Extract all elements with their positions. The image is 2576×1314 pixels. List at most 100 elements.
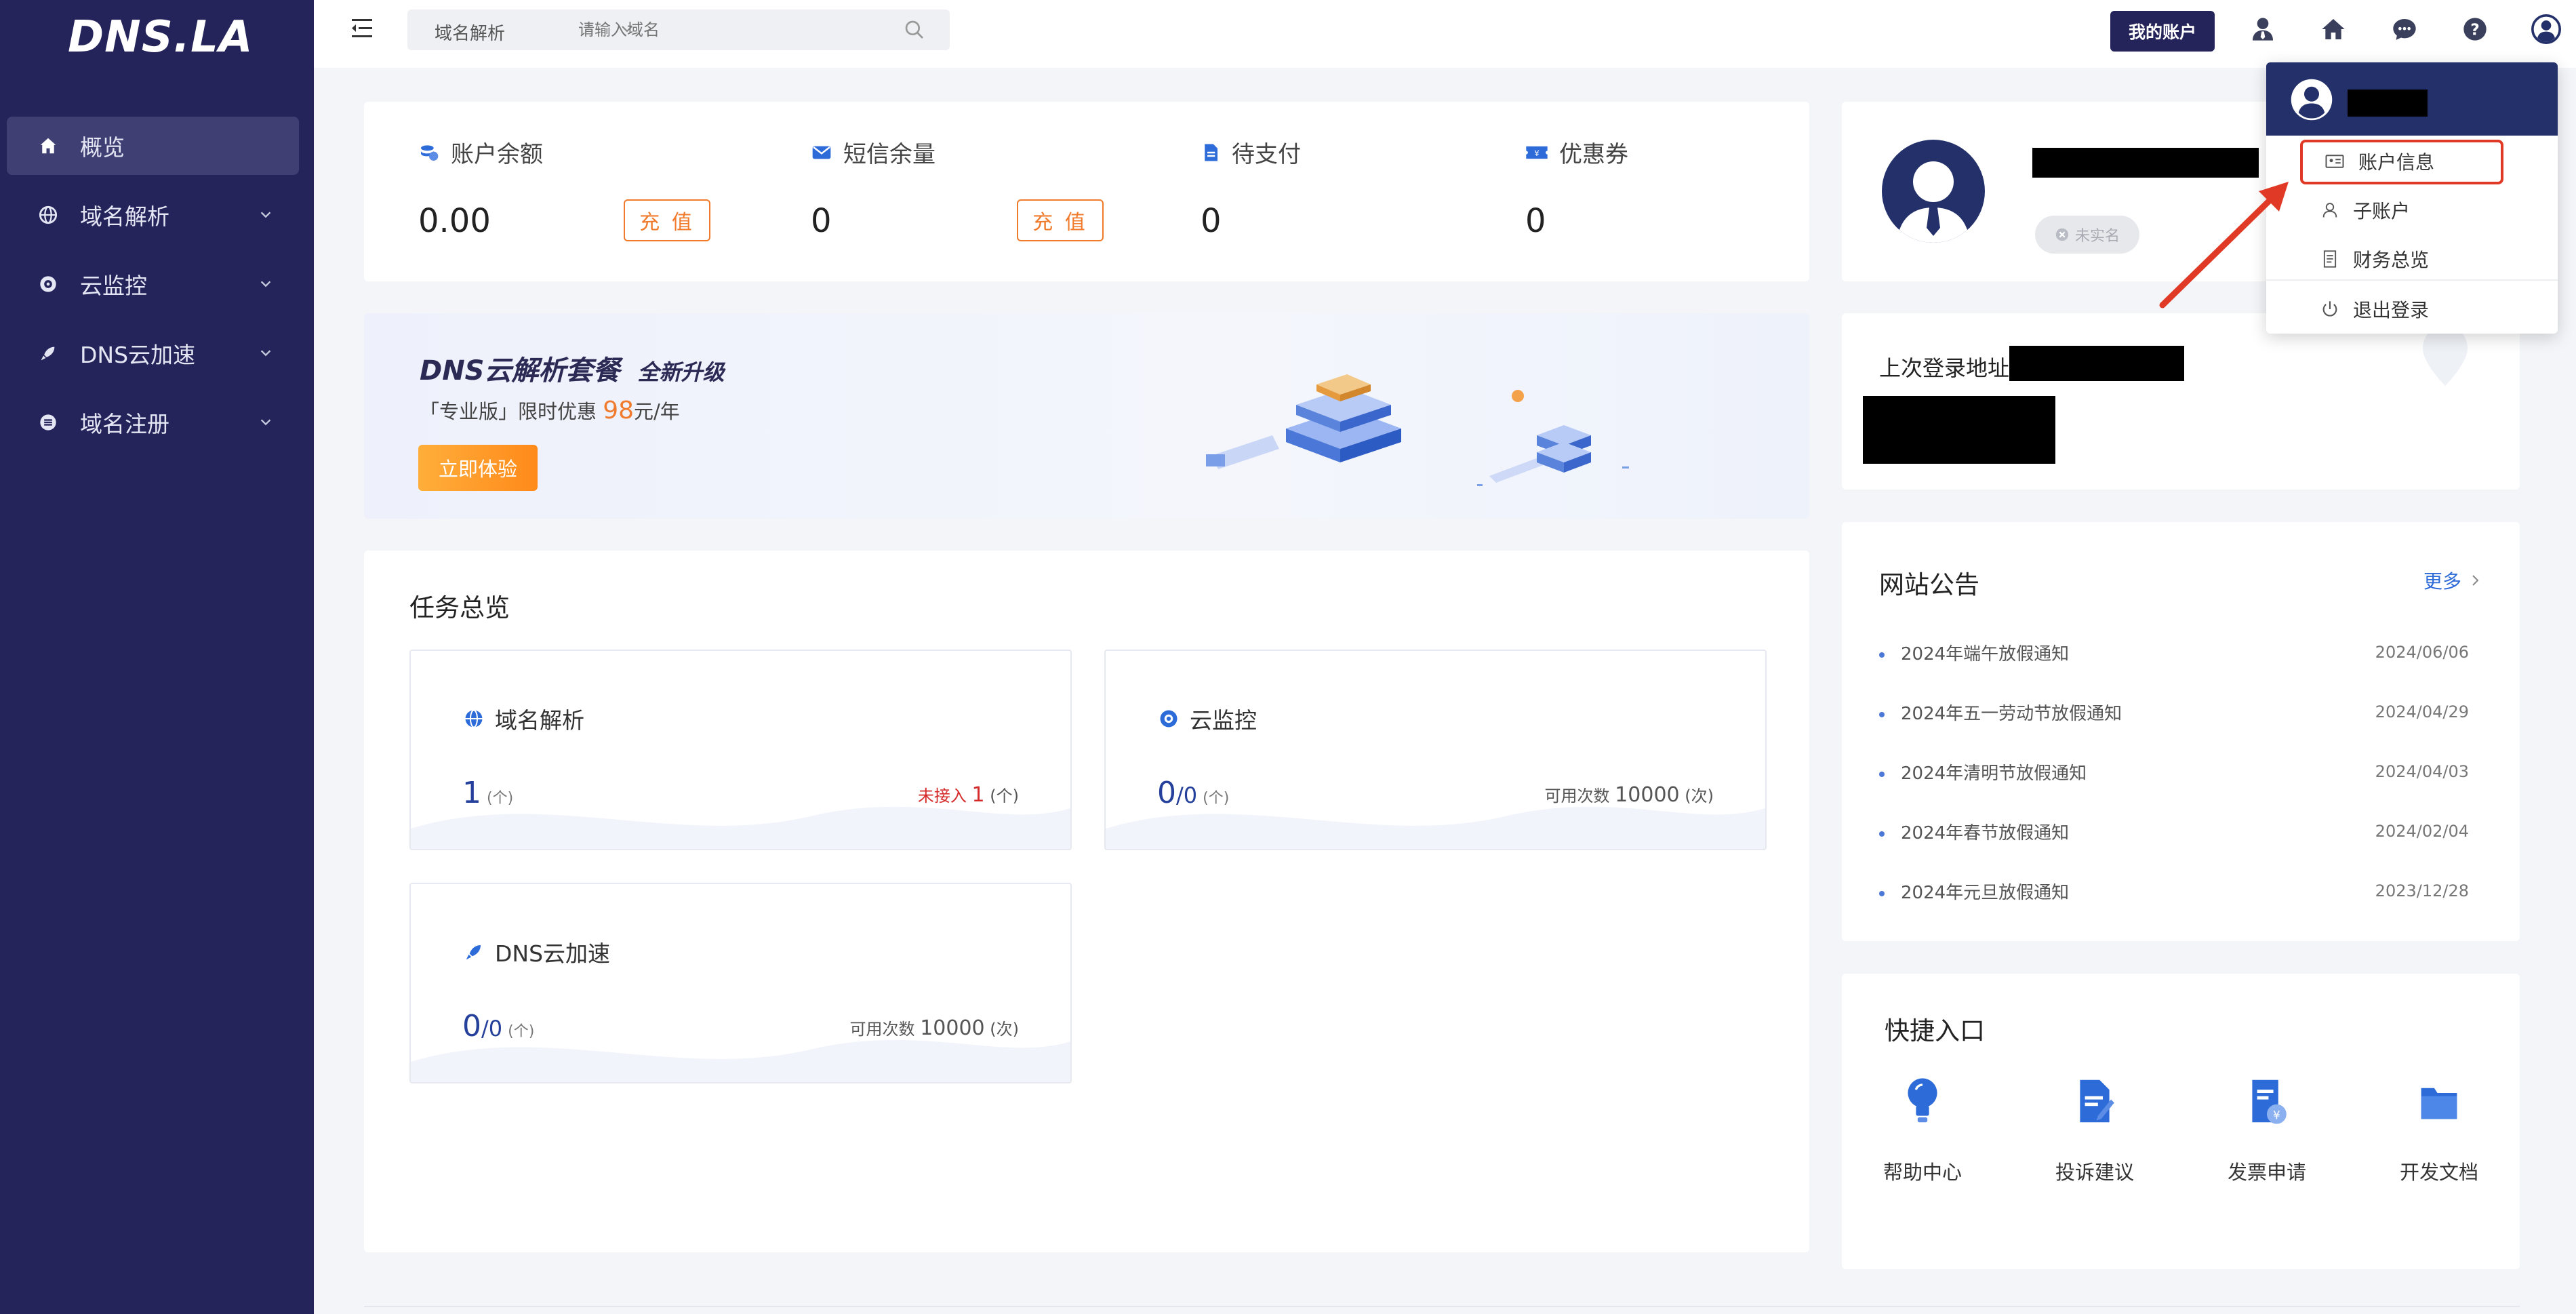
close-circle-icon [2055,228,2069,241]
task-quota: 可用次数 10000 (次) [1545,782,1714,807]
balance-value: 0.00 [418,202,491,240]
home-icon[interactable] [2318,14,2349,45]
document-icon [1205,144,1217,161]
promo-banner[interactable]: DNS云解析套餐 全新升级 「专业版」限时优惠 98元/年 立即体验 [364,313,1809,519]
svg-text:¥: ¥ [1534,148,1539,158]
notice-title[interactable]: 2024年清明节放假通知 [1901,763,2087,784]
svg-text:¥: ¥ [2273,1108,2280,1121]
notice-date: 2024/04/29 [2375,702,2469,721]
notice-date: 2024/04/03 [2375,762,2469,781]
task-card-dns[interactable]: 域名解析 1 (个) 未接入 1 (个) [409,650,1072,850]
dropdown-divider [2266,279,2558,281]
id-card-icon [2325,155,2344,168]
recharge-sms-button[interactable]: 充 值 [1017,199,1104,241]
notice-item[interactable]: 2024年清明节放假通知 2024/04/03 [1879,759,2469,784]
quick-help-center[interactable]: 帮助中心 [1855,1077,1990,1192]
search-icon[interactable] [904,19,925,41]
task-name: 域名解析 [464,702,584,735]
notice-item[interactable]: 2024年五一劳动节放假通知 2024/04/29 [1879,700,2469,725]
avatar-icon [2291,79,2333,121]
task-name-label: DNS云加速 [495,940,611,967]
notice-title[interactable]: 2024年端午放假通知 [1901,644,2069,664]
notice-title[interactable]: 2024年五一劳动节放假通知 [1901,704,2122,724]
task-count: 0/0 (个) [1157,776,1229,810]
register-icon [38,412,58,433]
sidebar: DNS.LA 概览 域名解析 云监控 DNS云加速 域名注册 [0,0,314,1314]
avatar[interactable] [1882,140,1985,243]
dropdown-item-logout[interactable]: 退出登录 [2320,296,2429,323]
quick-label: 帮助中心 [1883,1161,1962,1184]
notice-title[interactable]: 2024年元旦放假通知 [1901,883,2069,903]
stat-label: 短信余量 [843,141,935,168]
avatar-icon[interactable] [2531,14,2562,45]
chat-icon[interactable] [2389,14,2420,45]
invoice-icon: ¥ [2252,1079,2287,1124]
dropdown-item-label: 账户信息 [2358,151,2435,174]
ticket-icon: ¥ [1526,146,1548,159]
task-name: 云监控 [1159,702,1257,735]
task-count: 0/0 (个) [462,1009,534,1043]
task-count: 1 (个) [462,776,513,810]
try-now-button[interactable]: 立即体验 [418,445,538,491]
menu-toggle-icon[interactable] [346,15,378,42]
dropdown-item-sub-account[interactable]: 子账户 [2320,197,2410,224]
my-account-button[interactable]: 我的账户 [2110,11,2215,52]
search-input[interactable] [577,14,889,46]
banner-sub-prefix: 「专业版」限时优惠 [420,400,603,423]
dropdown-item-account-info[interactable]: 账户信息 [2325,148,2434,175]
receipt-icon [2323,250,2337,268]
pending-value: 0 [1201,202,1222,240]
task-overview-title: 任务总览 [409,593,510,622]
balance-card [364,102,1809,281]
stat-balance: 账户余额 [418,136,543,169]
help-icon[interactable]: ? [2459,14,2491,45]
sidebar-item-dns-resolve[interactable]: 域名解析 [7,186,299,244]
sidebar-item-cloud-monitor[interactable]: 云监控 [7,255,299,313]
task-right-label: 可用次数 [1544,787,1610,805]
sidebar-item-overview[interactable]: 概览 [7,117,299,175]
notice-title[interactable]: 2024年春节放假通知 [1901,823,2069,843]
user-tie-icon[interactable] [2247,14,2278,45]
location-pin-icon [2423,326,2468,386]
notices-more-link[interactable]: 更多 [2423,567,2483,594]
monitor-icon [1160,710,1178,728]
domain-search: 域名解析 [407,9,950,50]
quick-complaint[interactable]: 投诉建议 [2027,1077,2162,1192]
banner-title: DNS云解析套餐 全新升级 [420,349,724,388]
recharge-balance-button[interactable]: 充 值 [624,199,710,241]
task-count-total: /0 [1176,782,1198,808]
notices-title: 网站公告 [1879,570,1979,599]
notice-item[interactable]: 2024年春节放假通知 2024/02/04 [1879,819,2469,844]
brand-logo[interactable]: DNS.LA [68,12,253,62]
task-card-accelerate[interactable]: DNS云加速 0/0 (个) 可用次数 10000 (次) [409,883,1072,1083]
coupon-value: 0 [1525,202,1546,240]
task-card-monitor[interactable]: 云监控 0/0 (个) 可用次数 10000 (次) [1104,650,1767,850]
sms-value: 0 [811,202,832,240]
sidebar-item-dns-accelerate[interactable]: DNS云加速 [7,324,299,382]
sidebar-item-label: 域名解析 [80,203,169,230]
annotation-arrow [2159,182,2289,308]
task-count-unit: (个) [508,1023,535,1040]
home-icon [38,136,58,156]
dropdown-item-finance[interactable]: 财务总览 [2320,245,2429,273]
chevron-down-icon [260,419,271,426]
top-bar: 域名解析 我的账户 ? [314,0,2576,68]
realname-status-badge[interactable]: 未实名 [2035,216,2139,254]
notice-item[interactable]: 2024年端午放假通知 2024/06/06 [1879,640,2469,665]
stat-label: 账户余额 [451,141,543,168]
sidebar-item-label: 域名注册 [80,411,169,437]
task-right-unit: (次) [1685,787,1714,805]
user-avatar-icon [1897,161,1970,243]
server-illustration [1206,374,1401,469]
svg-text:?: ? [2470,20,2480,39]
notice-item[interactable]: 2024年元旦放假通知 2023/12/28 [1879,879,2469,904]
quick-invoice[interactable]: ¥ 发票申请 [2199,1077,2335,1192]
dropdown-header [2266,62,2558,136]
dropdown-item-label: 退出登录 [2353,299,2430,321]
search-type-select[interactable]: 域名解析 [435,20,505,45]
sidebar-item-domain-register[interactable]: 域名注册 [7,393,299,452]
quick-dev-docs[interactable]: 开发文档 [2371,1077,2507,1192]
quick-label: 投诉建议 [2055,1161,2134,1184]
rocket-icon [38,343,58,363]
quick-entry-title: 快捷入口 [1885,1016,1985,1046]
